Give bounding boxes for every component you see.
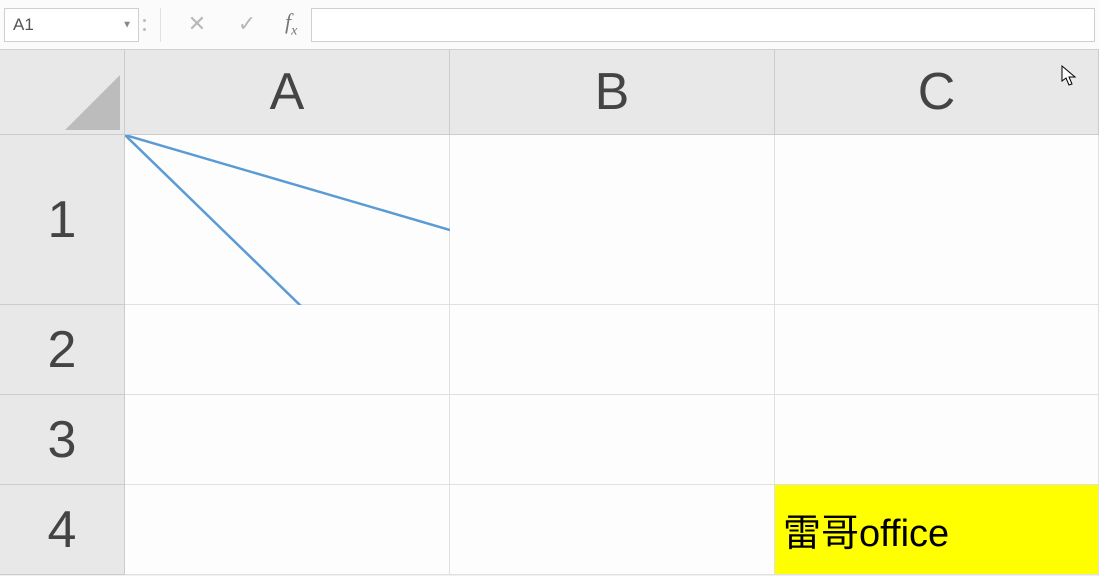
column-headers: A B C: [0, 50, 1099, 135]
cell-C2[interactable]: [775, 305, 1099, 395]
formula-bar: A1 ▼ ✕ ✓ fx: [0, 0, 1099, 50]
column-header-C[interactable]: C: [775, 50, 1099, 135]
diagonal-lines: [125, 135, 450, 305]
corner-triangle-icon: [65, 75, 120, 130]
dropdown-icon[interactable]: ▼: [122, 19, 132, 30]
row-4: 4 雷哥office: [0, 485, 1099, 575]
name-box-value: A1: [13, 15, 34, 35]
cell-C1[interactable]: [775, 135, 1099, 305]
cell-A3[interactable]: [125, 395, 450, 485]
row-3: 3: [0, 395, 1099, 485]
row-1: 1: [0, 135, 1099, 305]
cancel-icon[interactable]: ✕: [185, 11, 209, 37]
cell-B2[interactable]: [450, 305, 775, 395]
row-header-1[interactable]: 1: [0, 135, 125, 305]
cell-A4[interactable]: [125, 485, 450, 575]
cell-A1[interactable]: [125, 135, 450, 305]
select-all-corner[interactable]: [0, 50, 125, 135]
column-header-B[interactable]: B: [450, 50, 775, 135]
spreadsheet-grid: A B C 1 2 3 4 雷哥office: [0, 50, 1099, 575]
fx-icon[interactable]: fx: [285, 9, 297, 39]
cell-C3[interactable]: [775, 395, 1099, 485]
row-header-3[interactable]: 3: [0, 395, 125, 485]
formula-controls: ✕ ✓ fx: [171, 9, 311, 39]
accept-icon[interactable]: ✓: [235, 11, 259, 37]
cell-B1[interactable]: [450, 135, 775, 305]
row-header-2[interactable]: 2: [0, 305, 125, 395]
grip-handle[interactable]: [143, 19, 146, 31]
cell-B4[interactable]: [450, 485, 775, 575]
cell-A2[interactable]: [125, 305, 450, 395]
column-header-A[interactable]: A: [125, 50, 450, 135]
cell-B3[interactable]: [450, 395, 775, 485]
name-box[interactable]: A1 ▼: [4, 8, 139, 42]
formula-input[interactable]: [311, 8, 1095, 42]
row-header-4[interactable]: 4: [0, 485, 125, 575]
separator: [160, 8, 161, 42]
row-2: 2: [0, 305, 1099, 395]
cell-C4[interactable]: 雷哥office: [775, 485, 1099, 575]
